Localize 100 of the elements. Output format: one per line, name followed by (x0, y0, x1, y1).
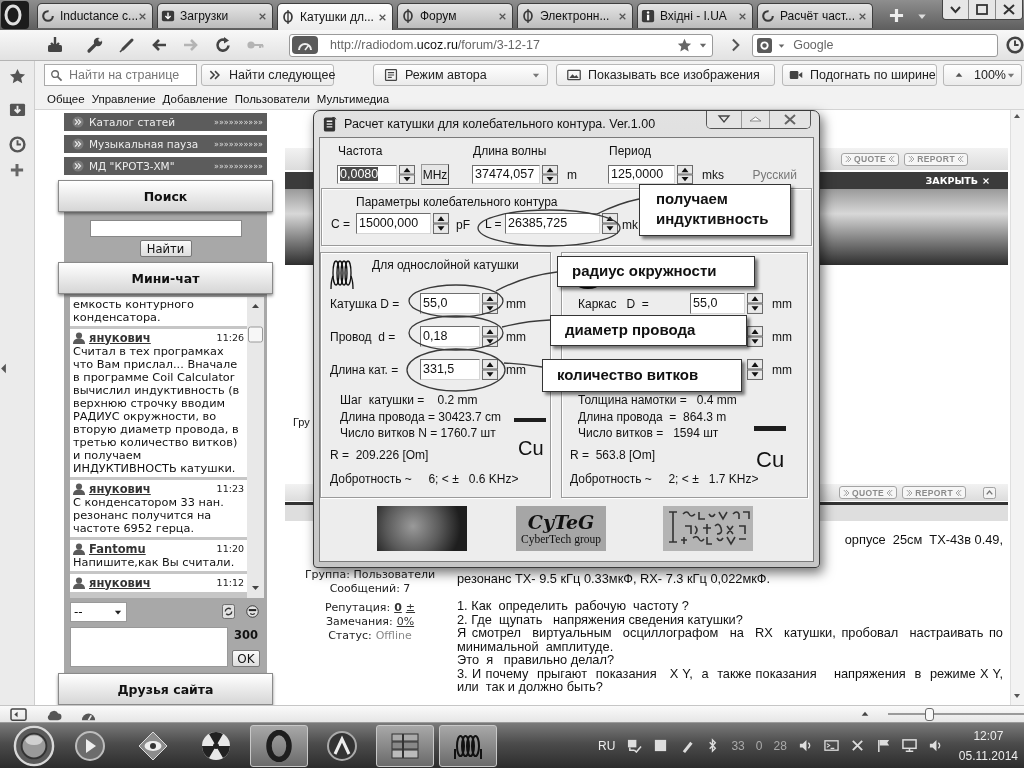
zoom-slider[interactable] (888, 707, 1024, 721)
clock-date[interactable]: 05.11.2014 (958, 745, 1018, 766)
collapse-arrow-icon[interactable] (1, 363, 6, 374)
number-field[interactable]: 26385,725 (505, 213, 600, 234)
close-icon[interactable] (498, 11, 507, 21)
pen-icon[interactable] (118, 36, 136, 54)
close-banner-button[interactable]: ЗАКРЫТЬ (925, 175, 990, 186)
star-icon[interactable] (8, 68, 26, 85)
reputation-link[interactable]: 0 (394, 601, 402, 615)
search-field[interactable]: Google (752, 33, 998, 57)
reload-icon[interactable] (214, 36, 232, 54)
flag-icon[interactable] (875, 738, 891, 753)
spin-buttons[interactable] (482, 326, 498, 347)
spin-buttons[interactable] (482, 359, 498, 380)
panel-toggle-icon[interactable] (10, 706, 27, 722)
speaker-icon[interactable] (797, 738, 813, 753)
warnings-link[interactable]: 0% (396, 615, 415, 629)
menu-icon[interactable] (1, 1, 29, 29)
refresh-icon[interactable] (222, 604, 235, 619)
menu-item[interactable]: Управление (91, 93, 156, 105)
find-next-button[interactable]: Найти следующее (201, 64, 334, 86)
author-link[interactable]: янукович (89, 575, 151, 590)
taskbar-app-button[interactable] (250, 724, 308, 767)
send-button[interactable]: OK (232, 650, 260, 667)
zoom-dropdown[interactable]: 100% (943, 64, 1022, 86)
caret-up-icon[interactable] (983, 486, 996, 499)
speaker-icon[interactable] (927, 738, 943, 753)
unit-button[interactable]: MHz (421, 164, 449, 185)
up-triangle-icon[interactable] (860, 709, 870, 719)
start-orb-icon[interactable] (13, 724, 55, 767)
language-link[interactable]: Русский (752, 168, 797, 182)
number-field[interactable]: 125,0000 (608, 165, 675, 184)
menu-item[interactable]: Мультимедиа (316, 93, 390, 105)
author-link[interactable]: Fantomu (89, 541, 146, 556)
number-field[interactable]: 55,0 (690, 293, 745, 314)
smiley-select[interactable]: -- (70, 601, 127, 622)
sidebar-link[interactable]: Каталог статей »»»»»»»»»» (64, 113, 267, 131)
downloads-icon[interactable] (46, 36, 64, 54)
address-field[interactable]: http://radiodom.ucoz.ru/forum/3-12-17 (289, 33, 714, 57)
spin-buttons[interactable] (399, 165, 415, 184)
close-icon[interactable] (995, 0, 1022, 19)
search-button[interactable]: Найти (139, 240, 192, 257)
browser-tab[interactable]: Катушки дл... (277, 3, 393, 30)
number-field[interactable]: 55,0 (420, 293, 480, 314)
number-field[interactable]: 37474,057 (472, 165, 540, 184)
author-mode-dropdown[interactable]: Режим автора (373, 64, 548, 86)
clock-time[interactable]: 12:07 (973, 725, 1004, 746)
sidebar-link[interactable]: МД "КРОТЗ-ХМ" »»»»»»»»»» (64, 157, 267, 175)
menu-item[interactable]: Пользователи (234, 93, 310, 105)
spin-buttons[interactable] (747, 326, 763, 347)
close-icon[interactable] (738, 11, 747, 21)
spin-buttons[interactable] (747, 293, 763, 314)
number-field[interactable]: 15000,000 (356, 213, 431, 234)
star-icon[interactable] (677, 37, 693, 53)
taskbar-app-button[interactable] (439, 724, 497, 767)
spin-buttons[interactable] (433, 213, 449, 234)
close-icon[interactable] (618, 11, 627, 21)
browser-tab[interactable]: Inductance c... (37, 3, 153, 28)
cross-icon[interactable] (849, 738, 865, 753)
close-icon[interactable] (858, 11, 867, 21)
number-field[interactable]: 0,18 (420, 326, 480, 347)
taskbar-app-button[interactable] (376, 724, 434, 767)
browser-tab[interactable]: Электронн... (517, 3, 633, 28)
browser-tab[interactable]: Форум (397, 3, 513, 28)
spin-buttons[interactable] (747, 359, 763, 380)
gauge-icon[interactable] (292, 36, 318, 54)
spin-buttons[interactable] (602, 213, 618, 234)
find-field[interactable]: Найти на странице (44, 64, 197, 86)
maximize-icon[interactable] (968, 0, 995, 19)
monitor-icon[interactable] (901, 738, 917, 753)
browser-tab[interactable]: Загрузки (157, 3, 273, 28)
spin-buttons[interactable] (677, 165, 693, 184)
number-field[interactable]: 0,0080 (337, 165, 397, 184)
download-tray-icon[interactable] (8, 101, 26, 118)
spin-buttons[interactable] (542, 165, 558, 184)
plus-icon[interactable] (10, 163, 24, 177)
fit-width-button[interactable]: Подогнать по ширине (782, 64, 937, 86)
spin-buttons[interactable] (482, 293, 498, 314)
close-icon[interactable] (258, 11, 267, 21)
reputation-change-link[interactable]: ± (405, 601, 416, 615)
menu-item[interactable]: Общее (47, 93, 85, 105)
minimize-icon[interactable] (943, 0, 968, 19)
show-images-button[interactable]: Показывать все изображения (556, 64, 775, 86)
menu-item[interactable]: Добавление (162, 93, 228, 105)
wrench-icon[interactable] (86, 36, 104, 54)
keyboard-language[interactable]: RU (598, 738, 616, 753)
close-icon[interactable] (378, 12, 387, 22)
author-link[interactable]: янукович (89, 330, 151, 345)
slider-thumb[interactable] (924, 707, 934, 721)
sidebar-link[interactable]: Музыкальная пауза »»»»»»»»»» (64, 135, 267, 153)
smiley-icon[interactable] (246, 605, 259, 618)
browser-tab[interactable]: Расчёт част... (757, 3, 873, 28)
scrollbar[interactable] (1010, 110, 1024, 705)
square-icon[interactable] (653, 738, 669, 753)
number-field[interactable]: 331,5 (420, 359, 480, 380)
browser-tab[interactable]: Вхідні - I.UA (637, 3, 753, 28)
clock-icon[interactable] (1006, 36, 1024, 54)
scrollbar[interactable] (247, 297, 264, 598)
check-mark-icon[interactable] (627, 738, 643, 753)
close-icon[interactable] (138, 11, 148, 21)
